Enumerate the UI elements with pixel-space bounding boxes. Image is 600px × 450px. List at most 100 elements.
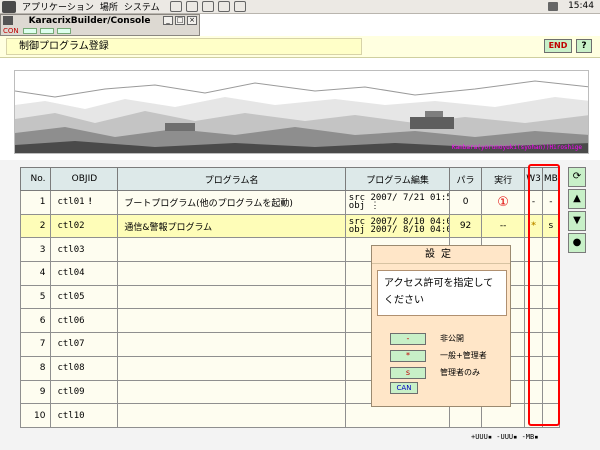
cell-para[interactable] (449, 403, 482, 428)
console-window: KaracrixBuilder/Console _ □ × CON (0, 14, 200, 36)
cell-name[interactable] (117, 237, 346, 263)
cell-objid[interactable]: ctl04 (50, 261, 119, 286)
cell-name[interactable] (117, 379, 346, 405)
table-row[interactable]: 2 ctl02 通信&警報プログラム src 2007/ 8/10 04:01 o… (19, 213, 561, 239)
toolbar-swatch[interactable] (56, 27, 71, 34)
table-row[interactable]: 1 ctl01! ブートプログラム(他のプログラムを起動) src 2007/ … (19, 190, 561, 215)
footer-strip[interactable]: +UUU▪ -UUU▪ -MB▪ (471, 433, 538, 441)
gnome-foot-icon[interactable] (2, 0, 16, 13)
banner-image: Kanbara(yorunoyuki(syohan))Hiroshige (14, 70, 589, 154)
cell-objid[interactable]: ctl08 (50, 355, 119, 381)
cell-objid[interactable]: ctl02 (50, 213, 119, 239)
objid-text: ctl02 (57, 221, 85, 232)
cell-run[interactable] (480, 403, 526, 428)
cell-para[interactable]: 0 (449, 190, 482, 215)
settings-dialog: 設定 アクセス許可を指定してください - 非公開 * 一般+管理者 s 管理者の… (371, 245, 511, 407)
cell-name[interactable] (117, 261, 346, 286)
cell-name[interactable]: 通信&警報プログラム (117, 213, 346, 239)
private-button[interactable]: - (390, 332, 426, 345)
cell-no: 6 (19, 308, 52, 334)
console-titlebar[interactable]: KaracrixBuilder/Console _ □ × (1, 15, 199, 26)
editor-launcher-icon[interactable] (201, 1, 214, 12)
cell-no: 2 (19, 213, 52, 239)
cell-name[interactable] (117, 332, 346, 357)
close-button[interactable]: × (187, 16, 197, 25)
cell-objid[interactable]: ctl10 (50, 403, 119, 428)
table-row[interactable]: 10 ctl10 (19, 403, 561, 428)
obj-timestamp: obj ⋮ (348, 201, 380, 212)
cell-objid[interactable]: ctl06 (50, 308, 119, 334)
cell-name[interactable] (117, 284, 346, 310)
header-run[interactable]: 実行 (480, 167, 526, 191)
run-status-badge: ① (497, 194, 509, 210)
cell-para[interactable]: 92 (449, 213, 482, 239)
option-public-admin: * 一般+管理者 (390, 349, 487, 362)
w3-mb-highlight-frame (528, 164, 560, 426)
cell-objid[interactable]: ctl07 (50, 332, 119, 357)
cell-edit[interactable]: src 2007/ 7/21 01:59 obj ⋮ (344, 190, 451, 215)
cell-no: 1 (19, 190, 52, 215)
side-controls: ⟳ ▲ ▼ ● (568, 167, 586, 255)
cell-no: 4 (19, 261, 52, 286)
cell-name[interactable] (117, 308, 346, 334)
files-launcher-icon[interactable] (233, 1, 246, 12)
con-label: CON (3, 26, 19, 35)
cell-name[interactable] (117, 403, 346, 428)
console-toolbar: CON (1, 26, 199, 35)
app-header: 制御プログラム登録 END ? (0, 36, 600, 58)
cell-objid[interactable]: ctl05 (50, 284, 119, 310)
obj-timestamp: obj 2007/ 8/10 04:01 (348, 225, 450, 236)
scroll-down-icon[interactable]: ▼ (568, 211, 586, 231)
admin-only-label: 管理者のみ (440, 368, 480, 377)
cell-run[interactable]: -- (480, 213, 526, 239)
header-objid[interactable]: OBJID (50, 167, 119, 191)
public-admin-button[interactable]: * (390, 349, 426, 362)
volume-icon[interactable] (548, 2, 558, 11)
refresh-icon[interactable]: ⟳ (568, 167, 586, 187)
toolbar-swatch[interactable] (39, 27, 54, 34)
menu-places[interactable]: 場所 (100, 0, 118, 13)
cell-no: 10 (19, 403, 52, 428)
page-title: 制御プログラム登録 (6, 38, 362, 55)
clock[interactable]: 15:44 (568, 1, 594, 11)
browser-launcher-icon[interactable] (169, 1, 182, 12)
console-title: KaracrixBuilder/Console (28, 15, 151, 26)
cell-no: 5 (19, 284, 52, 310)
cell-objid[interactable]: ctl03 (50, 237, 119, 263)
public-admin-label: 一般+管理者 (440, 351, 487, 360)
cell-objid[interactable]: ctl09 (50, 379, 119, 405)
dialog-message: アクセス許可を指定してください (377, 270, 507, 316)
end-button[interactable]: END (544, 39, 572, 53)
header-no[interactable]: No. (19, 167, 52, 191)
toolbar-swatch[interactable] (22, 27, 37, 34)
dialog-title: 設定 (372, 246, 510, 264)
cell-name[interactable]: ブートプログラム(他のプログラムを起動) (117, 190, 346, 215)
header-para[interactable]: パラ (449, 167, 482, 191)
minimize-button[interactable]: _ (163, 16, 173, 25)
header-edit[interactable]: プログラム編集 (344, 167, 451, 191)
scroll-up-icon[interactable]: ▲ (568, 189, 586, 209)
cell-edit[interactable] (344, 403, 451, 428)
help-button[interactable]: ? (576, 39, 592, 53)
terminal-launcher-icon[interactable] (217, 1, 230, 12)
cell-no: 3 (19, 237, 52, 263)
dot-icon[interactable]: ● (568, 233, 586, 253)
cell-no: 7 (19, 332, 52, 357)
cell-objid[interactable]: ctl01! (50, 190, 119, 215)
mail-launcher-icon[interactable] (185, 1, 198, 12)
cell-name[interactable] (117, 355, 346, 381)
objid-text: ctl01 (57, 197, 85, 208)
cell-edit[interactable]: src 2007/ 8/10 04:01 obj 2007/ 8/10 04:01 (344, 213, 451, 239)
cell-run[interactable]: ① (480, 190, 526, 215)
menu-system[interactable]: システム (124, 0, 160, 13)
cancel-button[interactable]: CAN (390, 382, 418, 394)
maximize-button[interactable]: □ (175, 16, 185, 25)
private-label: 非公開 (440, 334, 464, 343)
menu-applications[interactable]: アプリケーション (22, 0, 94, 13)
header-name[interactable]: プログラム名 (117, 167, 346, 191)
app-icon (3, 16, 13, 25)
option-admin-only: s 管理者のみ (390, 366, 480, 379)
cell-no: 9 (19, 379, 52, 405)
warning-flag: ! (87, 197, 93, 208)
admin-only-button[interactable]: s (390, 366, 426, 379)
